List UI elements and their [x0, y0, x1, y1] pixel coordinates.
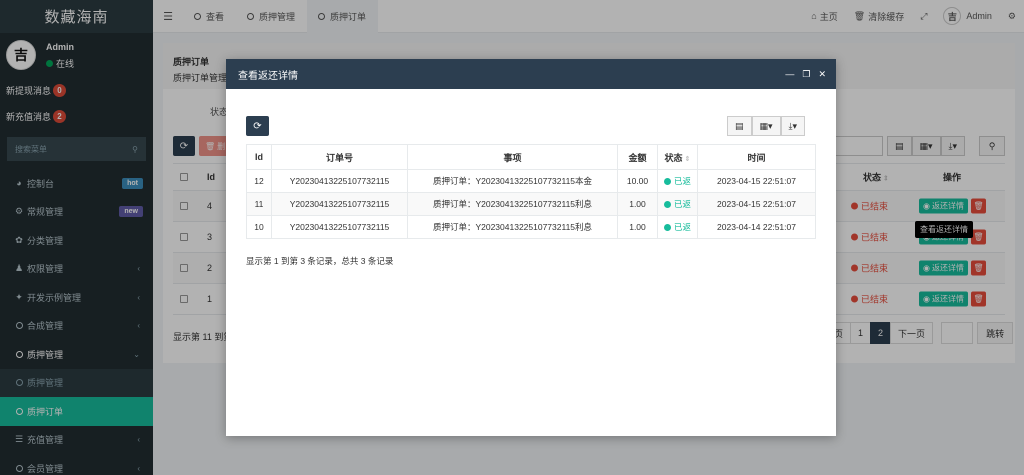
- modal-controls: — ❐ ✕: [777, 59, 826, 89]
- status-dot-icon: [663, 177, 671, 185]
- column-header-status[interactable]: 状态 ⇕: [657, 144, 698, 170]
- modal-title: 查看返还详情: [238, 70, 298, 82]
- modal-header: 查看返还详情 — ❐ ✕: [226, 59, 836, 89]
- cell-time: 2023-04-15 22:51:07: [697, 169, 816, 193]
- columns-button[interactable]: ▦▾: [751, 116, 781, 136]
- cell-status: 已返: [657, 169, 698, 193]
- columns-icon: ▦▾: [759, 120, 773, 131]
- table-header-row: Id 订单号 事项 金额 状态 ⇕ 时间: [246, 144, 816, 170]
- cell-id: 12: [246, 169, 272, 193]
- column-header-order-no: 订单号: [271, 144, 408, 170]
- export-icon: ⤓▾: [788, 120, 798, 131]
- minimize-icon[interactable]: —: [785, 69, 794, 79]
- cell-id: 11: [246, 192, 272, 216]
- cell-item: 质押订单：Y20230413225107732115利息: [407, 192, 618, 216]
- cell-amount: 1.00: [617, 192, 658, 216]
- close-icon[interactable]: ✕: [818, 69, 826, 80]
- column-header-amount: 金额: [617, 144, 658, 170]
- cell-amount: 1.00: [617, 215, 658, 239]
- modal-table-toolbar: ▤ ▦▾ ⤓▾: [727, 116, 806, 136]
- cell-item: 质押订单：Y20230413225107732115本金: [407, 169, 618, 193]
- cell-order-no: Y20230413225107732115: [271, 192, 408, 216]
- column-header-id[interactable]: Id: [246, 144, 272, 170]
- status-dot-icon: [663, 200, 671, 208]
- status-text: 已返: [673, 222, 691, 232]
- modal-pagination-info: 显示第 1 到第 3 条记录，总共 3 条记录: [246, 256, 394, 266]
- cell-time: 2023-04-15 22:51:07: [697, 192, 816, 216]
- toggle-view-button[interactable]: ▤: [727, 116, 752, 136]
- cell-order-no: Y20230413225107732115: [271, 169, 408, 193]
- table-row: 10 Y20230413225107732115 质押订单：Y202304132…: [246, 215, 816, 239]
- maximize-icon[interactable]: ❐: [802, 69, 810, 80]
- table-row: 12 Y20230413225107732115 质押订单：Y202304132…: [246, 169, 816, 193]
- refresh-icon: ⟳: [253, 120, 262, 132]
- return-detail-table: Id 订单号 事项 金额 状态 ⇕ 时间 12 Y2023041322510773…: [246, 144, 816, 239]
- cell-time: 2023-04-14 22:51:07: [697, 215, 816, 239]
- cell-order-no: Y20230413225107732115: [271, 215, 408, 239]
- cell-status: 已返: [657, 215, 698, 239]
- return-detail-modal: 查看返还详情 — ❐ ✕ ⟳ ▤ ▦▾ ⤓▾ Id 订单号 事项 金额 状态 ⇕ …: [226, 59, 836, 436]
- column-header-item: 事项: [407, 144, 618, 170]
- status-text: 已返: [673, 176, 691, 186]
- cell-item: 质押订单：Y20230413225107732115利息: [407, 215, 618, 239]
- table-icon: ▤: [735, 120, 744, 131]
- column-header-time: 时间: [697, 144, 816, 170]
- header-label: 状态: [664, 152, 683, 163]
- cell-status: 已返: [657, 192, 698, 216]
- cell-amount: 10.00: [617, 169, 658, 193]
- modal-refresh-button[interactable]: ⟳: [246, 116, 269, 136]
- table-row: 11 Y20230413225107732115 质押订单：Y202304132…: [246, 192, 816, 216]
- export-button[interactable]: ⤓▾: [780, 116, 806, 136]
- status-text: 已返: [673, 199, 691, 209]
- status-dot-icon: [663, 223, 671, 231]
- cell-id: 10: [246, 215, 272, 239]
- sort-icon: ⇕: [684, 155, 691, 163]
